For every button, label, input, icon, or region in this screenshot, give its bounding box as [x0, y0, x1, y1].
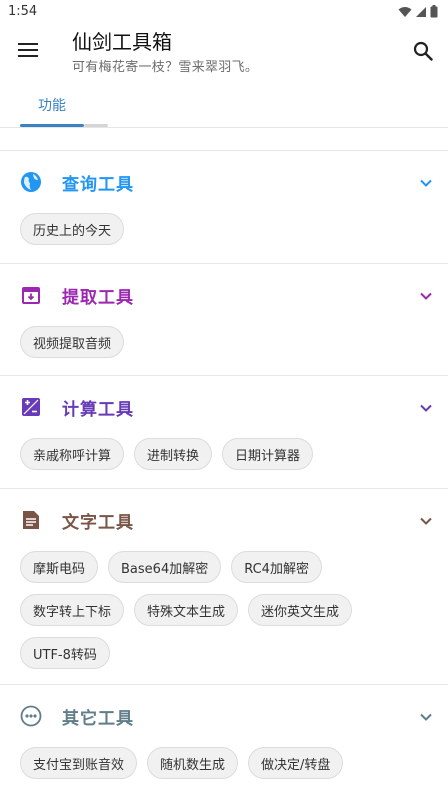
chip-base64[interactable]: Base64加解密	[108, 551, 222, 583]
menu-button[interactable]	[12, 34, 44, 66]
calculator-icon	[22, 398, 40, 416]
section-extract-tools: 提取工具 视频提取音频	[0, 263, 448, 358]
chip-morse-code[interactable]: 摩斯电码	[20, 551, 99, 583]
chip-random-number[interactable]: 随机数生成	[147, 747, 239, 779]
status-bar: 1:54	[0, 0, 448, 24]
chip-group: 摩斯电码 Base64加解密 RC4加解密 数字转上下标 特殊文本生成 迷你英文…	[0, 551, 448, 669]
chip-utf8[interactable]: UTF-8转码	[20, 637, 110, 669]
chip-group: 亲戚称呼计算 进制转换 日期计算器	[0, 438, 448, 470]
chip-date-calculator[interactable]: 日期计算器	[222, 438, 314, 470]
archive-icon	[22, 287, 40, 304]
search-button[interactable]	[408, 36, 438, 66]
section-other-tools: 其它工具 支付宝到账音效 随机数生成 做决定/转盘	[0, 684, 448, 779]
section-title: 提取工具	[62, 288, 134, 308]
app-title: 仙剑工具箱	[72, 30, 172, 54]
section-query-tools: 查询工具 历史上的今天	[0, 150, 448, 245]
battery-icon	[430, 5, 438, 18]
chip-group: 历史上的今天	[0, 213, 448, 245]
chevron-down-icon[interactable]	[416, 511, 436, 531]
section-header[interactable]: 查询工具	[0, 151, 448, 213]
section-title: 查询工具	[62, 175, 134, 195]
chip-decision-wheel[interactable]: 做决定/转盘	[248, 747, 344, 779]
tab-indicator-track	[84, 124, 108, 127]
more-icon	[20, 705, 42, 727]
wifi-icon	[398, 6, 412, 17]
section-title: 计算工具	[62, 400, 134, 420]
chip-video-extract-audio[interactable]: 视频提取音频	[20, 326, 125, 358]
chip-rc4[interactable]: RC4加解密	[231, 551, 322, 583]
chip-group: 支付宝到账音效 随机数生成 做决定/转盘	[0, 747, 448, 779]
section-header[interactable]: 其它工具	[0, 685, 448, 747]
status-time: 1:54	[8, 4, 38, 19]
document-icon	[23, 511, 39, 529]
chip-group: 视频提取音频	[0, 326, 448, 358]
section-header[interactable]: 文字工具	[0, 489, 448, 551]
section-text-tools: 文字工具 摩斯电码 Base64加解密 RC4加解密 数字转上下标 特殊文本生成…	[0, 488, 448, 669]
chip-superscript-subscript[interactable]: 数字转上下标	[20, 594, 125, 626]
section-title: 其它工具	[62, 709, 134, 729]
section-title: 文字工具	[62, 513, 134, 533]
chip-alipay-sound[interactable]: 支付宝到账音效	[20, 747, 138, 779]
chip-mini-english[interactable]: 迷你英文生成	[248, 594, 353, 626]
chevron-down-icon[interactable]	[416, 398, 436, 418]
app-subtitle: 可有梅花寄一枝？雪来翠羽飞。	[72, 60, 259, 75]
tab-indicator	[20, 124, 84, 127]
cellular-signal-icon	[416, 6, 426, 17]
chip-history-today[interactable]: 历史上的今天	[20, 213, 125, 245]
app-titles: 仙剑工具箱 可有梅花寄一枝？雪来翠羽飞。	[72, 30, 258, 75]
chip-relative-title-calc[interactable]: 亲戚称呼计算	[20, 438, 125, 470]
chevron-down-icon[interactable]	[416, 173, 436, 193]
app-bar: 仙剑工具箱 可有梅花寄一枝？雪来翠羽飞。	[0, 24, 448, 84]
hamburger-menu-icon	[18, 43, 38, 57]
chevron-down-icon[interactable]	[416, 707, 436, 727]
section-header[interactable]: 计算工具	[0, 376, 448, 438]
section-calculate-tools: 计算工具 亲戚称呼计算 进制转换 日期计算器	[0, 375, 448, 470]
chip-base-conversion[interactable]: 进制转换	[134, 438, 213, 470]
search-icon	[413, 41, 433, 61]
status-icons	[398, 5, 438, 18]
tab-bar: 功能	[0, 84, 448, 128]
globe-icon	[21, 172, 41, 192]
tab-functions[interactable]: 功能	[20, 84, 84, 128]
chevron-down-icon[interactable]	[416, 286, 436, 306]
section-header[interactable]: 提取工具	[0, 264, 448, 326]
chip-special-text[interactable]: 特殊文本生成	[134, 594, 239, 626]
